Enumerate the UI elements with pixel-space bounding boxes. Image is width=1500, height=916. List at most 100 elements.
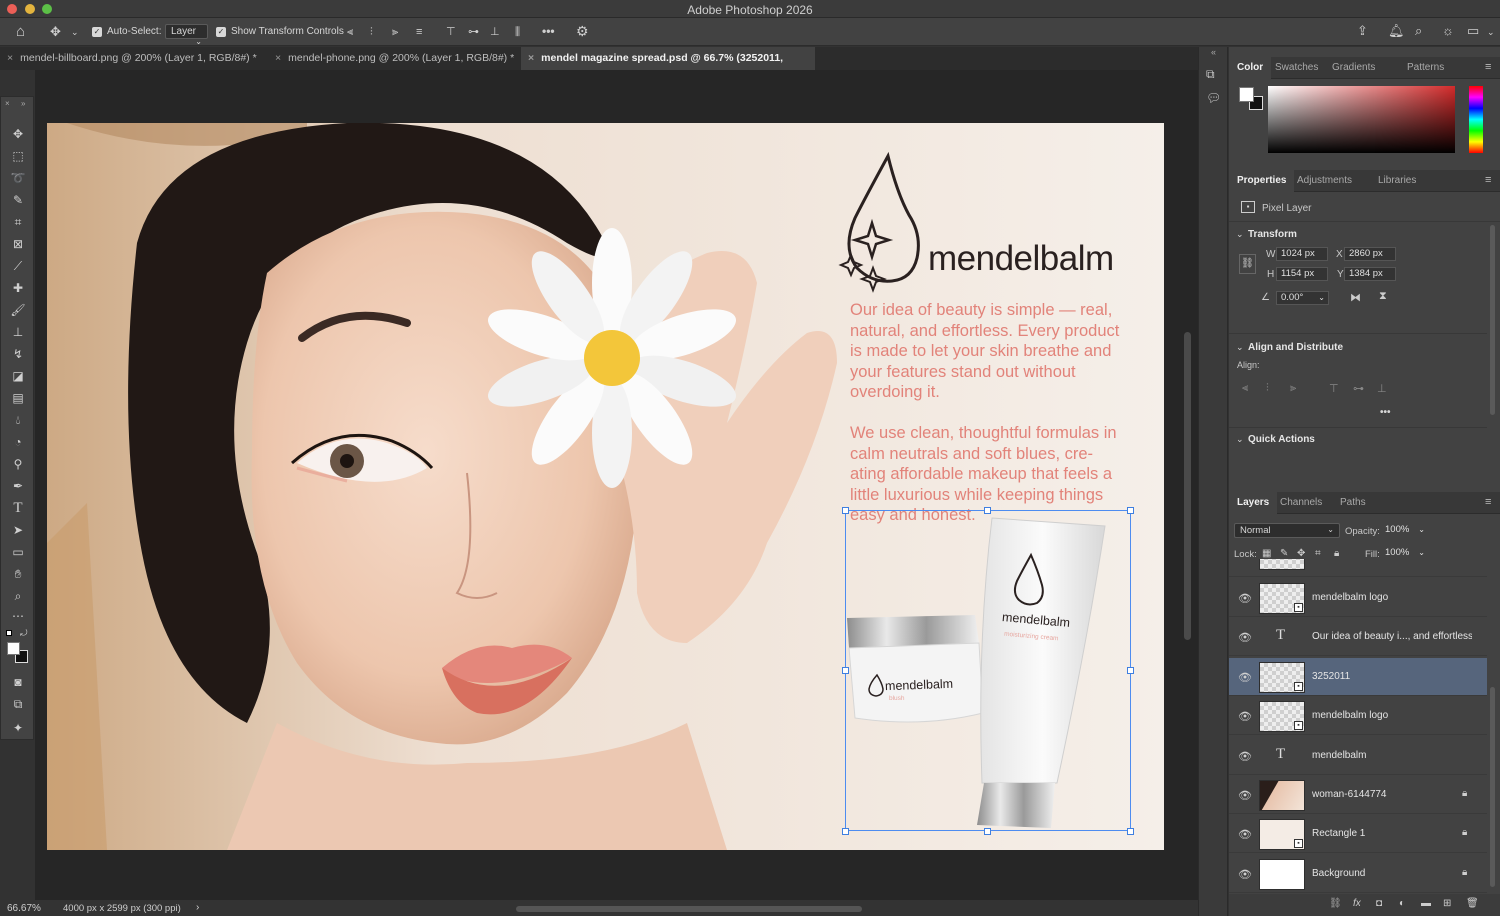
properties-scrollbar[interactable] [1490, 225, 1495, 415]
width-field[interactable]: 1024 px [1276, 247, 1328, 261]
visibility-eye-icon[interactable]: 👁︎ [1238, 789, 1252, 802]
discover-icon[interactable]: ☼ [1442, 24, 1454, 38]
layer-row[interactable]: 👁︎ ▪ Rectangle 1 🔒︎ [1229, 815, 1487, 854]
tab-adjustments[interactable]: Adjustments [1289, 170, 1360, 192]
layer-row[interactable]: 👁︎ T Our idea of beauty i..., and effortle… [1229, 618, 1487, 657]
rectangle-tool-icon[interactable]: ▭ [9, 544, 27, 560]
blend-mode-dropdown[interactable]: Normal ⌄ [1234, 523, 1340, 538]
align-center-icon[interactable]: ⫶ [370, 25, 373, 39]
visibility-eye-icon[interactable]: 👁︎ [1238, 750, 1252, 763]
sponge-tool-icon[interactable]: ⚲ [9, 456, 27, 472]
search-icon[interactable]: ⌕ [1415, 24, 1422, 38]
align-top-icon[interactable]: ⊤ [446, 25, 456, 39]
y-field[interactable]: 1384 px [1344, 267, 1396, 281]
tab-layers[interactable]: Layers [1229, 492, 1278, 514]
lock-icon[interactable]: 🔒︎ [1462, 788, 1467, 799]
document-canvas[interactable]: mendelbalm Our idea of beauty is simple … [47, 123, 1164, 850]
tab-libraries[interactable]: Libraries [1370, 170, 1424, 192]
quick-mask-icon[interactable]: ◙ [9, 674, 27, 690]
tab-gradients[interactable]: Gradients [1324, 57, 1383, 79]
status-arrow-icon[interactable]: › [196, 902, 199, 913]
close-tab-icon[interactable]: × [275, 52, 281, 64]
close-tab-icon[interactable]: × [7, 52, 13, 64]
tab-color[interactable]: Color [1229, 57, 1272, 79]
lasso-tool-icon[interactable]: ➰ [9, 170, 27, 186]
stamp-tool-icon[interactable]: ⊥ [9, 324, 27, 340]
move-tool-icon[interactable]: ✥ [9, 126, 27, 142]
lock-transparent-icon[interactable]: ▦ [1262, 548, 1271, 559]
hand-tool-icon[interactable]: ✋︎ [9, 566, 27, 582]
adjustment-layer-icon[interactable]: ◐ [1399, 898, 1405, 909]
crop-tool-icon[interactable]: ⌗ [9, 214, 27, 230]
hue-slider[interactable] [1469, 86, 1483, 153]
chevron-down-icon[interactable]: ⌄ [1236, 434, 1244, 445]
opacity-field[interactable]: 100% ⌄ [1381, 524, 1425, 538]
layer-row[interactable]: 👁︎ Background 🔒︎ [1229, 855, 1487, 893]
link-icon[interactable]: ⛓ [1239, 254, 1256, 274]
layer-row[interactable]: 👁︎ ▪ 3252011 [1229, 657, 1487, 696]
tab-channels[interactable]: Channels [1272, 492, 1330, 514]
bell-icon[interactable]: 🔔︎ [1388, 24, 1405, 38]
transform-handle[interactable] [1127, 828, 1134, 835]
add-mask-icon[interactable]: ◘ [1376, 898, 1382, 909]
home-icon[interactable]: ⌂ [16, 24, 25, 39]
gradient-tool-icon[interactable]: ▤ [9, 390, 27, 406]
tab-properties[interactable]: Properties [1229, 170, 1295, 192]
foreground-color-swatch[interactable] [7, 642, 20, 655]
workspace-chevron-icon[interactable]: ⌄ [1487, 25, 1495, 39]
align-left-edges-icon[interactable]: ⫷ [1242, 382, 1248, 395]
object-select-tool-icon[interactable]: ✎ [9, 192, 27, 208]
angle-field[interactable]: 0.00° ⌄ [1276, 291, 1329, 305]
new-layer-icon[interactable]: ⊞ [1443, 898, 1451, 909]
height-field[interactable]: 1154 px [1276, 267, 1328, 281]
healing-tool-icon[interactable]: ✚ [9, 280, 27, 296]
layer-row[interactable]: 👁︎ ▪ mendelbalm logo [1229, 579, 1487, 617]
panel-menu-icon[interactable]: ≡ [1485, 61, 1491, 73]
panel-menu-icon[interactable]: ≡ [1485, 496, 1491, 508]
chevron-down-icon[interactable]: ⌄ [71, 25, 79, 39]
align-right-edges-icon[interactable]: ⫸ [1290, 382, 1296, 395]
layer-row[interactable]: 👁︎ woman-6144774 🔒︎ [1229, 776, 1487, 814]
visibility-eye-icon[interactable]: 👁︎ [1238, 868, 1252, 881]
transform-section-title[interactable]: Transform [1248, 229, 1297, 240]
visibility-eye-icon[interactable]: 👁︎ [1238, 671, 1252, 684]
visibility-eye-icon[interactable]: 👁︎ [1238, 592, 1252, 605]
fx-icon[interactable]: fx [1353, 898, 1361, 909]
tab-paths[interactable]: Paths [1332, 492, 1374, 514]
screen-mode-icon[interactable]: ⧉ [9, 696, 27, 712]
visibility-eye-icon[interactable]: 👁︎ [1238, 710, 1252, 723]
dodge-tool-icon[interactable]: ◔ [9, 434, 27, 450]
eyedropper-tool-icon[interactable]: ⟋ [9, 258, 27, 274]
history-brush-icon[interactable]: ↯ [9, 346, 27, 362]
brush-tool-icon[interactable]: 🖌︎ [9, 302, 27, 318]
transform-handle[interactable] [1127, 507, 1134, 514]
layers-scrollbar[interactable] [1490, 687, 1495, 887]
align-bottom-icon[interactable]: ⊥ [490, 25, 500, 39]
lock-position-icon[interactable]: ✥ [1297, 548, 1305, 559]
more-align-options-icon[interactable]: ••• [1380, 407, 1391, 418]
close-tab-icon[interactable]: × [528, 52, 534, 64]
align-top-edges-icon[interactable]: ⊤ [1329, 382, 1339, 395]
distribute-icon[interactable]: ≡ [416, 25, 422, 39]
lock-icon[interactable]: 🔒︎ [1462, 827, 1467, 838]
auto-select-checkbox[interactable]: ✓ [92, 27, 102, 37]
flip-horizontal-icon[interactable]: ⧓ [1350, 291, 1361, 304]
lock-image-icon[interactable]: ✎ [1280, 548, 1288, 559]
tab-billboard[interactable]: × mendel-billboard.png @ 200% (Layer 1, R… [0, 47, 268, 70]
zoom-level[interactable]: 66.67% [7, 903, 41, 914]
blur-tool-icon[interactable]: 💧︎ [9, 412, 27, 428]
layer-row[interactable]: 👁︎ Tmendelbalm [1229, 737, 1487, 775]
swap-colors-icon[interactable]: ⤾ [20, 628, 28, 639]
pen-tool-icon[interactable]: ✒ [9, 478, 27, 494]
tab-swatches[interactable]: Swatches [1267, 57, 1326, 79]
panel-menu-icon[interactable]: ≡ [1485, 174, 1491, 186]
marquee-tool-icon[interactable]: ⬚ [9, 148, 27, 164]
new-group-icon[interactable]: ▬ [1421, 898, 1431, 909]
align-horizontal-centers-icon[interactable]: ⫶ [1266, 382, 1269, 395]
align-bottom-edges-icon[interactable]: ⊥ [1377, 382, 1387, 395]
transform-handle[interactable] [842, 828, 849, 835]
transform-handle[interactable] [984, 507, 991, 514]
lock-artboard-icon[interactable]: ⌗ [1315, 548, 1321, 559]
transform-handle[interactable] [842, 667, 849, 674]
tab-phone[interactable]: × mendel-phone.png @ 200% (Layer 1, RGB/8… [268, 47, 521, 70]
